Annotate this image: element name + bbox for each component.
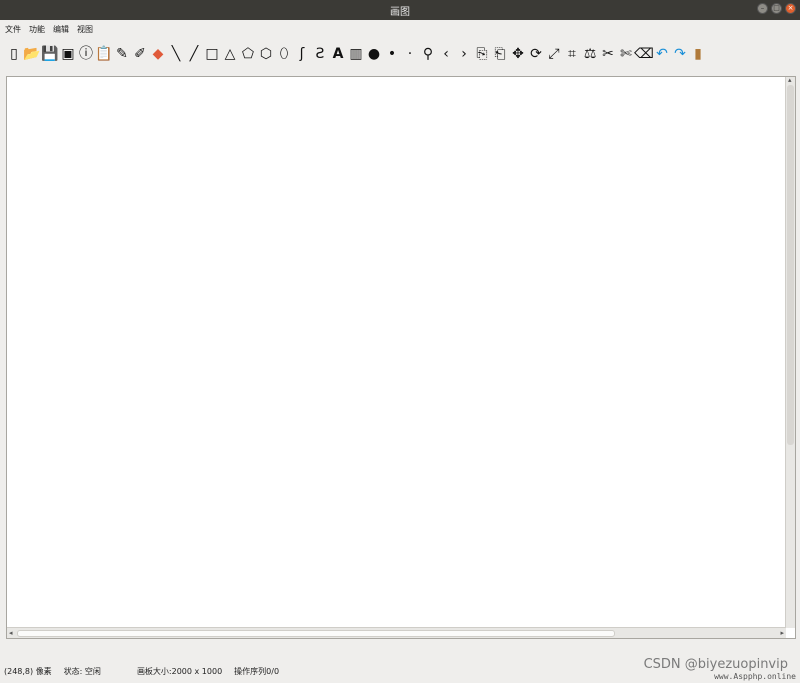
info-icon[interactable]: ⓘ (78, 43, 94, 65)
copy-icon[interactable]: ⎘ (474, 43, 490, 65)
move-icon[interactable]: ✥ (510, 43, 526, 65)
scroll-left-icon[interactable]: ◂ (9, 629, 13, 637)
brush-icon[interactable]: ✐ (132, 43, 148, 65)
resize-icon[interactable]: ⤢ (546, 43, 562, 65)
site-watermark: www.Aspphp.online (714, 672, 796, 681)
line-slash-icon[interactable]: ╱ (186, 43, 202, 65)
scissors-icon[interactable]: ✄ (618, 43, 634, 65)
open-file-icon[interactable]: 📂 (23, 43, 40, 65)
ellipse-icon[interactable]: ⬯ (276, 43, 292, 65)
maximize-button[interactable]: □ (771, 3, 782, 14)
menu-view[interactable]: 视图 (77, 24, 93, 35)
menu-edit[interactable]: 编辑 (53, 24, 69, 35)
cut-icon[interactable]: ✂ (600, 43, 616, 65)
menu-function[interactable]: 功能 (29, 24, 45, 35)
pentagon-icon[interactable]: ⬠ (240, 43, 256, 65)
pencil-icon[interactable]: ✎ (114, 43, 130, 65)
window-title: 画图 (390, 7, 410, 18)
toolbar: ▯ 📂 💾 ▣ ⓘ 📋 ✎ ✐ ◆ ╲ ╱ □ △ ⬠ ⬡ ⬯ ʃ Ƨ A ▥ ● • · ⚲ ‹ › ⎘ ⎗ ✥ ⟳ ⤢ ⌗ ⚖ ✂ ✄ ⌫ ↶ ↷ ▮ (6, 42, 706, 66)
crop-icon[interactable]: ⌗ (564, 43, 580, 65)
medium-dot-icon[interactable]: • (384, 43, 400, 65)
fill-bucket-icon[interactable]: ⚲ (420, 43, 436, 65)
horizontal-scroll-thumb[interactable] (17, 630, 615, 637)
horizontal-scrollbar[interactable]: ◂ ▸ (7, 627, 786, 638)
csdn-watermark: CSDN @biyezuopinvip (643, 657, 788, 672)
rotate-icon[interactable]: ⟳ (528, 43, 544, 65)
zoom-out-icon[interactable]: › (456, 43, 472, 65)
menu-file[interactable]: 文件 (5, 24, 21, 35)
paste-icon[interactable]: 📋 (95, 43, 112, 65)
save-icon[interactable]: 💾 (41, 43, 58, 65)
scroll-up-icon[interactable]: ▴ (788, 76, 792, 84)
clear-icon[interactable]: ⌫ (634, 43, 654, 65)
menu-bar: 文件 功能 编辑 视图 (0, 20, 800, 38)
shear-icon[interactable]: ⚖ (582, 43, 598, 65)
operation-sequence: 操作序列0/0 (234, 666, 280, 676)
curve-icon[interactable]: ʃ (294, 43, 310, 65)
status-state: 状态: 空闲 (63, 666, 101, 676)
background-icon[interactable]: ▮ (690, 43, 706, 65)
color-palette-icon[interactable]: ▥ (348, 43, 364, 65)
paste-clip-icon[interactable]: ⎗ (492, 43, 508, 65)
triangle-icon[interactable]: △ (222, 43, 238, 65)
status-bar: (248,8) 像素 状态: 空闲 画板大小:2000 x 1000 操作序列0… (4, 664, 291, 678)
undo-icon[interactable]: ↶ (654, 43, 670, 65)
eraser-icon[interactable]: ◆ (150, 43, 166, 65)
line-backslash-icon[interactable]: ╲ (168, 43, 184, 65)
window-controls: – □ × (757, 3, 796, 14)
scroll-right-icon[interactable]: ▸ (780, 629, 784, 637)
close-button[interactable]: × (785, 3, 796, 14)
zoom-in-icon[interactable]: ‹ (438, 43, 454, 65)
redo-icon[interactable]: ↷ (672, 43, 688, 65)
cursor-position: (248,8) 像素 (4, 666, 52, 676)
freeform-icon[interactable]: Ƨ (312, 43, 328, 65)
vertical-scroll-thumb[interactable] (787, 85, 794, 445)
large-dot-icon[interactable]: ● (366, 43, 382, 65)
rectangle-icon[interactable]: □ (204, 43, 220, 65)
drawing-canvas[interactable]: ▴ ◂ ▸ (6, 76, 796, 639)
title-bar: 画图 – □ × (0, 0, 800, 20)
new-file-icon[interactable]: ▯ (6, 43, 22, 65)
text-icon[interactable]: A (330, 43, 346, 65)
vertical-scrollbar[interactable]: ▴ (785, 76, 795, 628)
polygon-icon[interactable]: ⬡ (258, 43, 274, 65)
minimize-button[interactable]: – (757, 3, 768, 14)
save-as-icon[interactable]: ▣ (60, 43, 76, 65)
small-dot-icon[interactable]: · (402, 43, 418, 65)
canvas-size: 画板大小:2000 x 1000 (136, 666, 223, 676)
